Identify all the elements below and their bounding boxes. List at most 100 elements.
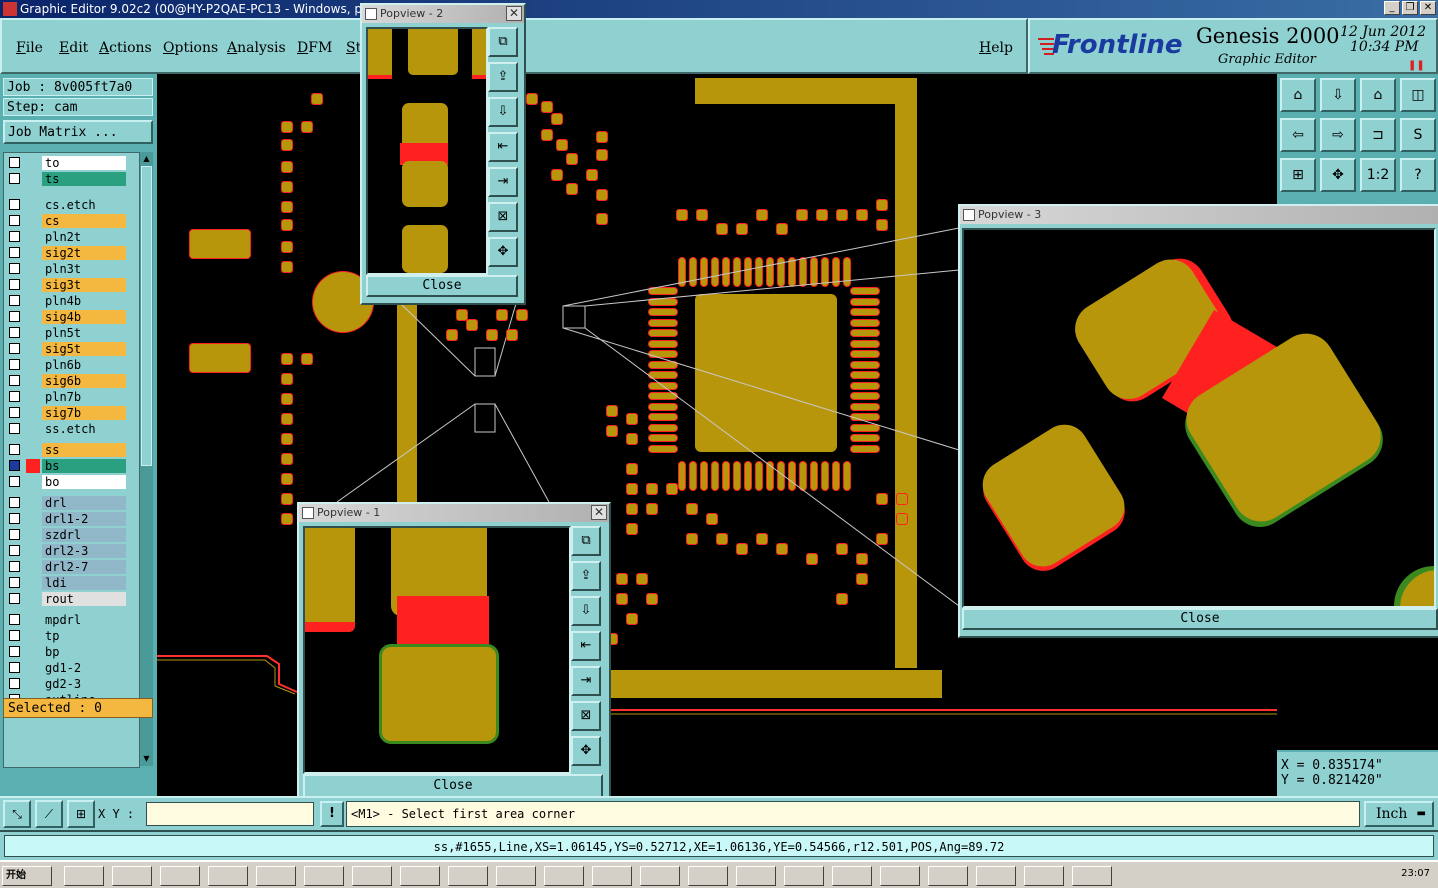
taskbar-item[interactable] <box>544 866 584 886</box>
layer-row-ss[interactable]: ss <box>4 442 139 458</box>
menu-actions[interactable]: Actions <box>99 40 152 56</box>
taskbar-item[interactable] <box>1024 866 1064 886</box>
pan-right-icon[interactable]: ⇥ <box>571 666 601 696</box>
layer-row-sig3t[interactable]: sig3t <box>4 277 139 293</box>
layer-checkbox[interactable] <box>9 343 20 354</box>
layer-row-gd1-2[interactable]: gd1-2 <box>4 660 139 676</box>
layer-row-pln2t[interactable]: pln2t <box>4 229 139 245</box>
menu-help[interactable]: Help <box>979 40 1013 56</box>
layer-row-bo[interactable]: bo <box>4 474 139 490</box>
popview-3-close-button[interactable]: Close <box>962 608 1438 630</box>
layer-checkbox[interactable] <box>9 577 20 588</box>
layer-checkbox[interactable] <box>9 199 20 210</box>
layer-checkbox[interactable] <box>9 630 20 641</box>
pan-right-icon[interactable]: ⇥ <box>488 167 518 197</box>
layer-row-pln3t[interactable]: pln3t <box>4 261 139 277</box>
zoom-extents-icon[interactable]: ⊞ <box>1280 158 1316 192</box>
layer-checkbox[interactable] <box>9 460 20 471</box>
center-icon[interactable]: ✥ <box>571 736 601 766</box>
fit-icon[interactable]: ⊠ <box>488 202 518 232</box>
layer-row-ldi[interactable]: ldi <box>4 575 139 591</box>
layer-checkbox[interactable] <box>9 476 20 487</box>
start-button[interactable]: 开始 <box>2 866 52 886</box>
layer-checkbox[interactable] <box>9 423 20 434</box>
zoom-in-icon[interactable]: ⇪ <box>488 62 518 92</box>
measure-icon[interactable]: ⟋ <box>35 800 63 828</box>
layer-checkbox[interactable] <box>9 215 20 226</box>
popview-2-view[interactable] <box>366 27 488 275</box>
layer-row-cs.etch[interactable]: cs.etch <box>4 197 139 213</box>
popview-1-close-icon[interactable]: ✕ <box>591 505 607 520</box>
taskbar-item[interactable] <box>832 866 872 886</box>
layer-checkbox[interactable] <box>9 545 20 556</box>
taskbar-item[interactable] <box>880 866 920 886</box>
zoom-in-icon[interactable]: ⇪ <box>571 561 601 591</box>
popview-1-close-button[interactable]: Close <box>303 774 603 798</box>
restore-button[interactable]: ❐ <box>1402 1 1418 15</box>
layer-row-sig6b[interactable]: sig6b <box>4 373 139 389</box>
taskbar-item[interactable] <box>64 866 104 886</box>
layer-checkbox[interactable] <box>9 561 20 572</box>
layer-row-sig2t[interactable]: sig2t <box>4 245 139 261</box>
zoom-window-icon[interactable]: ⧉ <box>488 27 518 57</box>
zoom-center-icon[interactable]: ✥ <box>1320 158 1356 192</box>
taskbar-item[interactable] <box>976 866 1016 886</box>
layer-checkbox[interactable] <box>9 391 20 402</box>
pause-icon[interactable]: ❚❚ <box>1408 60 1425 71</box>
layer-row-ts[interactable]: ts <box>4 171 139 187</box>
taskbar-item[interactable] <box>208 866 248 886</box>
popview-2-close-button[interactable]: Close <box>366 275 518 297</box>
layer-checkbox[interactable] <box>9 444 20 455</box>
layer-row-pln6b[interactable]: pln6b <box>4 357 139 373</box>
layer-checkbox[interactable] <box>9 614 20 625</box>
layer-row-szdrl[interactable]: szdrl <box>4 527 139 543</box>
layer-row-bs[interactable]: bs <box>4 458 139 474</box>
layer-row-pln4b[interactable]: pln4b <box>4 293 139 309</box>
menu-analysis[interactable]: Analysis <box>227 40 286 56</box>
fit-icon[interactable]: ⊠ <box>571 701 601 731</box>
layer-checkbox[interactable] <box>9 327 20 338</box>
taskbar-item[interactable] <box>928 866 968 886</box>
home-view-icon[interactable]: ⌂ <box>1360 78 1396 112</box>
layer-checkbox[interactable] <box>9 407 20 418</box>
pan-left-icon[interactable]: ⇦ <box>1280 118 1316 152</box>
pan-left-icon[interactable]: ⇤ <box>488 132 518 162</box>
taskbar-item[interactable] <box>784 866 824 886</box>
zoom-out-icon[interactable]: ⇩ <box>571 596 601 626</box>
layer-row-tp[interactable]: tp <box>4 628 139 644</box>
taskbar-item[interactable] <box>256 866 296 886</box>
layer-row-cs[interactable]: cs <box>4 213 139 229</box>
layer-checkbox[interactable] <box>9 529 20 540</box>
layer-checkbox[interactable] <box>9 231 20 242</box>
layer-row-pln5t[interactable]: pln5t <box>4 325 139 341</box>
layer-row-gd2-3[interactable]: gd2-3 <box>4 676 139 692</box>
job-matrix-button[interactable]: Job Matrix ... <box>3 120 153 144</box>
taskbar-item[interactable] <box>1072 866 1112 886</box>
layer-checkbox[interactable] <box>9 173 20 184</box>
grid-icon[interactable]: ⊞ <box>67 800 95 828</box>
layer-row-drl2-7[interactable]: drl2-7 <box>4 559 139 575</box>
layer-row-drl[interactable]: drl <box>4 495 139 511</box>
taskbar-item[interactable] <box>592 866 632 886</box>
taskbar-item[interactable] <box>160 866 200 886</box>
menu-options[interactable]: Options <box>163 40 218 56</box>
pan-down-icon[interactable]: ⇩ <box>1320 78 1356 112</box>
taskbar-item[interactable] <box>640 866 680 886</box>
fit-view-icon[interactable]: ⊐ <box>1360 118 1396 152</box>
layer-checkbox[interactable] <box>9 295 20 306</box>
zoom-home-icon[interactable]: ⌂ <box>1280 78 1316 112</box>
pan-right-icon[interactable]: ⇨ <box>1320 118 1356 152</box>
menu-edit[interactable]: Edit <box>59 40 88 56</box>
layer-row-drl2-3[interactable]: drl2-3 <box>4 543 139 559</box>
layer-list-scrollbar[interactable]: ▲ ▼ <box>140 152 153 766</box>
taskbar-item[interactable] <box>736 866 776 886</box>
menu-step[interactable]: St <box>346 40 361 56</box>
layer-checkbox[interactable] <box>9 359 20 370</box>
layer-checkbox[interactable] <box>9 263 20 274</box>
taskbar-item[interactable] <box>352 866 392 886</box>
layer-row-pln7b[interactable]: pln7b <box>4 389 139 405</box>
taskbar-item[interactable] <box>112 866 152 886</box>
taskbar-item[interactable] <box>400 866 440 886</box>
taskbar-item[interactable] <box>496 866 536 886</box>
layer-row-drl1-2[interactable]: drl1-2 <box>4 511 139 527</box>
